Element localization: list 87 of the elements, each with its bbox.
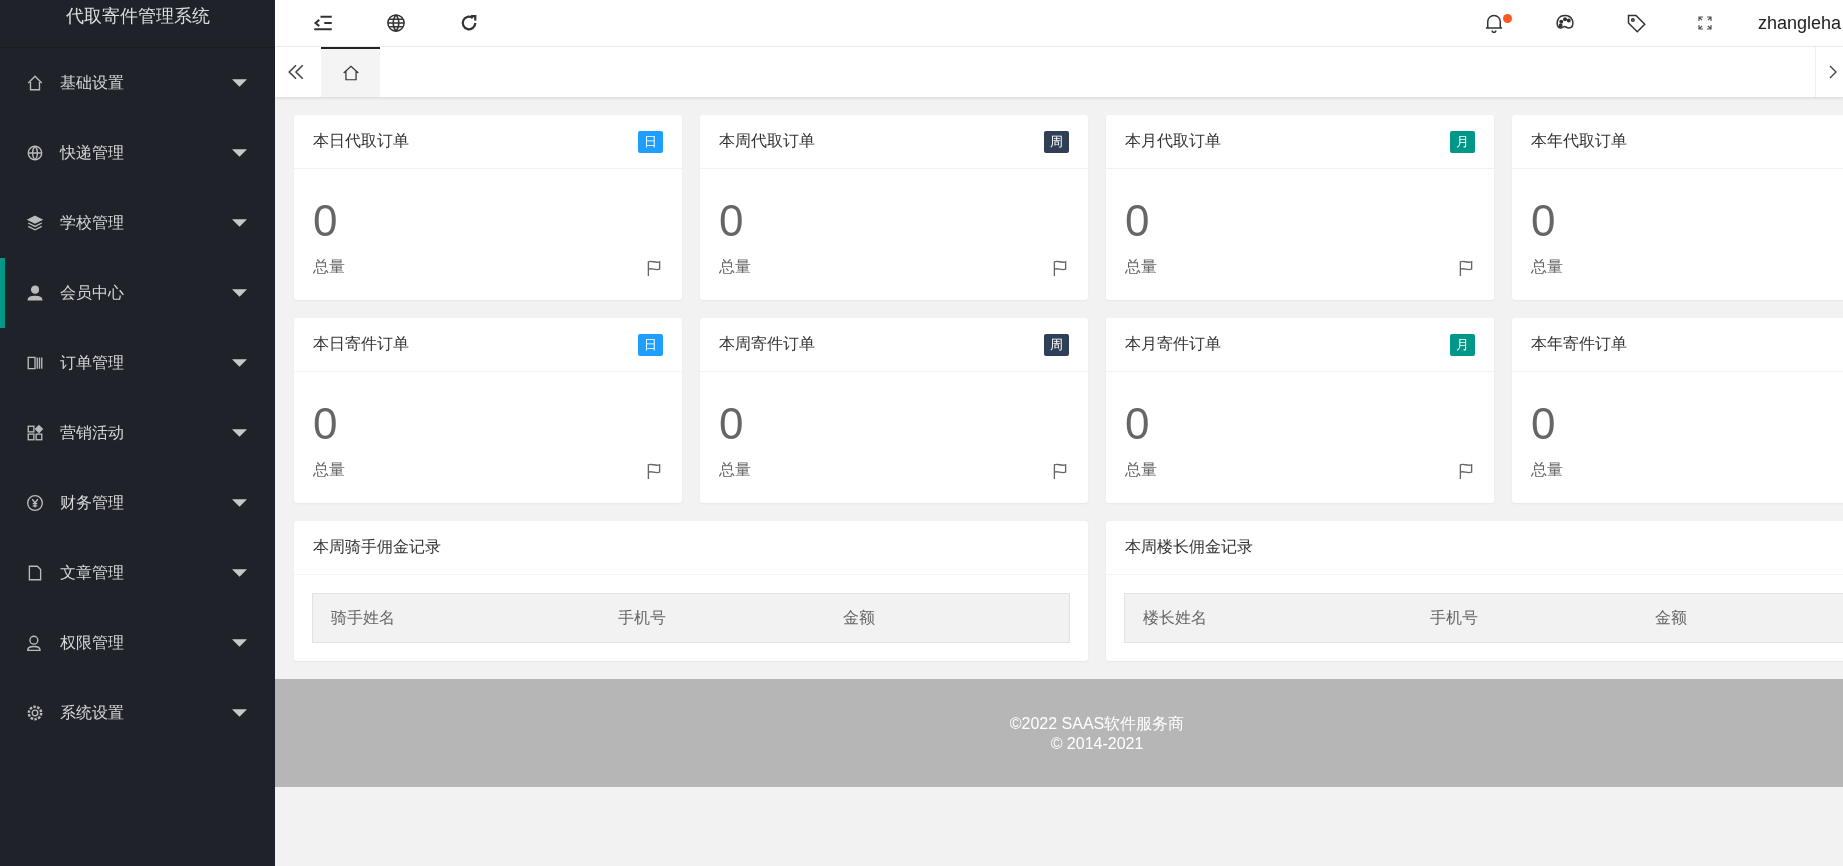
- flag-icon: [1051, 258, 1069, 277]
- sidebar-item[interactable]: 快递管理: [0, 118, 275, 188]
- card-title: 本日代取订单: [313, 131, 409, 152]
- yen-icon: [26, 494, 44, 512]
- stat-caption: 总量: [1125, 257, 1157, 278]
- stat-value: 0: [1531, 398, 1557, 450]
- stat-value: 0: [719, 195, 745, 247]
- home-tab[interactable]: [321, 47, 380, 97]
- card-title: 本周楼长佣金记录: [1125, 537, 1253, 558]
- copyright-text: © 2014-2021: [1050, 734, 1144, 753]
- card-title: 本周寄件订单: [719, 334, 815, 355]
- sidebar-item[interactable]: 学校管理: [0, 188, 275, 258]
- period-tag: 日: [638, 333, 663, 356]
- stat-caption: 总量: [313, 460, 345, 481]
- chevron-right-icon: [1828, 64, 1838, 80]
- user-icon: [26, 284, 44, 302]
- stat-caption: 总量: [719, 257, 751, 278]
- caret-icon: [232, 499, 247, 507]
- caret-icon: [232, 359, 247, 367]
- home-icon: [341, 64, 360, 82]
- card-title: 本周代取订单: [719, 131, 815, 152]
- column-header: 楼长姓名: [1143, 607, 1208, 629]
- sidebar-item[interactable]: 基础设置: [0, 48, 275, 118]
- stat-caption: 总量: [719, 460, 751, 481]
- caret-icon: [232, 79, 247, 87]
- username[interactable]: zhangleha: [1757, 12, 1841, 34]
- caret-icon: [232, 569, 247, 577]
- stat-value: 0: [719, 398, 745, 450]
- globe-icon[interactable]: [386, 13, 406, 33]
- card-title: 本年寄件订单: [1531, 334, 1627, 355]
- caret-icon: [232, 219, 247, 227]
- caret-icon: [232, 429, 247, 437]
- card-title: 本月寄件订单: [1125, 334, 1221, 355]
- stat-value: 0: [1125, 398, 1151, 450]
- flag-icon: [645, 258, 663, 277]
- sidebar-item[interactable]: 文章管理: [0, 538, 275, 608]
- flag-icon: [1457, 258, 1475, 277]
- globe-icon: [26, 144, 44, 162]
- card-title: 本周骑手佣金记录: [313, 537, 441, 558]
- stat-caption: 总量: [313, 257, 345, 278]
- caret-icon: [232, 149, 247, 157]
- column-header: 手机号: [617, 607, 667, 629]
- sidebar-item[interactable]: 营销活动: [0, 398, 275, 468]
- caret-icon: [232, 709, 247, 717]
- stat-caption: 总量: [1125, 460, 1157, 481]
- period-tag: 日: [638, 130, 663, 153]
- file-icon: [26, 564, 44, 582]
- flag-icon: [645, 461, 663, 480]
- stat-value: 0: [1125, 195, 1151, 247]
- fullscreen-icon[interactable]: [1696, 15, 1713, 31]
- caret-icon: [232, 289, 247, 297]
- caret-icon: [232, 639, 247, 647]
- flag-icon: [1457, 461, 1475, 480]
- double-chevron-left-icon[interactable]: [287, 63, 305, 81]
- home-icon: [26, 74, 44, 92]
- card-title: 本日寄件订单: [313, 334, 409, 355]
- sidebar-item[interactable]: 权限管理: [0, 608, 275, 678]
- sidebar-item[interactable]: 会员中心: [0, 258, 275, 328]
- stat-caption: 总量: [1531, 257, 1563, 278]
- column-header: 手机号: [1429, 607, 1479, 629]
- period-tag: 周: [1044, 333, 1069, 356]
- stat-caption: 总量: [1531, 460, 1563, 481]
- card-title: 本年代取订单: [1531, 131, 1627, 152]
- layers-icon: [26, 214, 44, 232]
- period-tag: 周: [1044, 130, 1069, 153]
- grid-icon: [26, 424, 44, 442]
- stat-value: 0: [313, 398, 339, 450]
- column-header: 金额: [843, 607, 877, 629]
- column-header: 骑手姓名: [331, 607, 396, 629]
- tag-icon[interactable]: [1625, 13, 1646, 33]
- flag-icon: [1051, 461, 1069, 480]
- user-icon: [26, 634, 44, 652]
- card-title: 本月代取订单: [1125, 131, 1221, 152]
- book-icon: [26, 354, 44, 372]
- sidebar-item[interactable]: 财务管理: [0, 468, 275, 538]
- refresh-icon[interactable]: [459, 13, 479, 33]
- bell-icon[interactable]: [1483, 13, 1504, 33]
- menu-collapse-icon[interactable]: [313, 13, 333, 33]
- sidebar-item[interactable]: 系统设置: [0, 678, 275, 748]
- column-header: 金额: [1655, 607, 1689, 629]
- period-tag: 月: [1450, 130, 1475, 153]
- period-tag: 月: [1450, 333, 1475, 356]
- gear-icon: [26, 704, 44, 722]
- stat-value: 0: [313, 195, 339, 247]
- sidebar-item[interactable]: 订单管理: [0, 328, 275, 398]
- copyright-text: ©2022 SAAS软件服务商: [1009, 713, 1185, 734]
- stat-value: 0: [1531, 195, 1557, 247]
